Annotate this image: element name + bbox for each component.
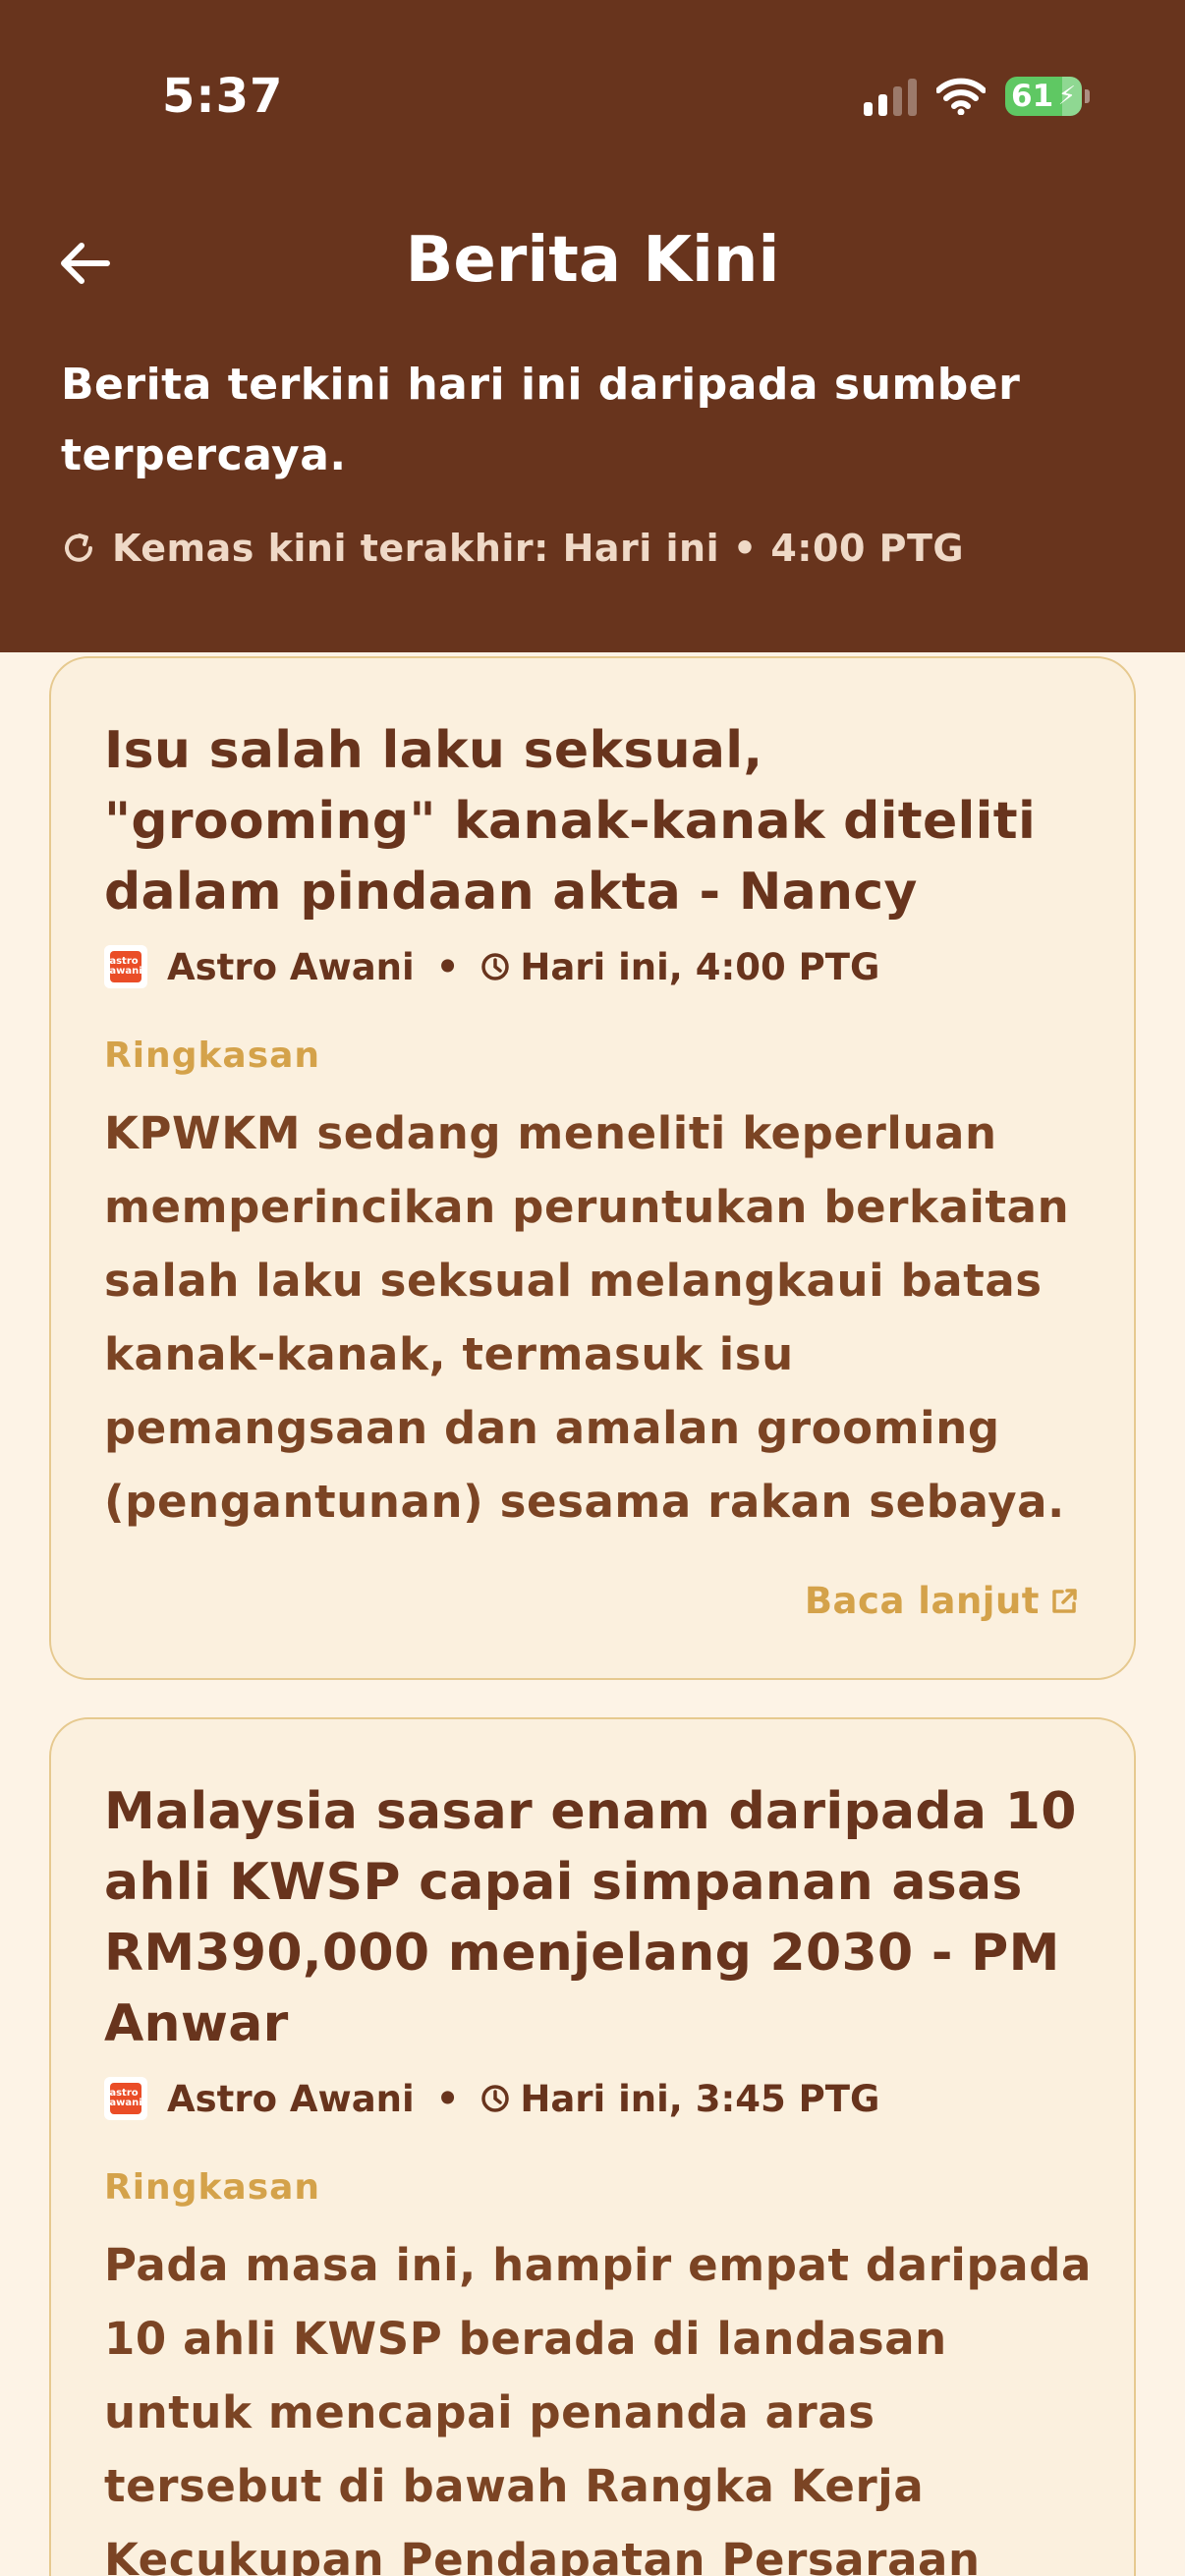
cellular-signal-icon — [864, 77, 917, 116]
meta-separator: • — [435, 945, 460, 988]
battery-level: 61 — [1011, 79, 1054, 114]
news-source: Astro Awani — [167, 945, 415, 988]
header: 5:37 61 ⚡ Berita Kini Berita terkini har… — [0, 0, 1185, 652]
clock-icon — [480, 2084, 510, 2113]
refresh-icon — [65, 533, 92, 562]
charging-bolt-icon: ⚡ — [1057, 82, 1076, 111]
source-logo: astro awani — [104, 2077, 147, 2120]
wifi-icon — [936, 78, 986, 115]
external-link-icon — [1052, 1588, 1077, 1613]
news-summary: Pada masa ini, hampir empat daripada 10 … — [104, 2239, 1093, 2576]
status-icons: 61 ⚡ — [864, 75, 1090, 118]
read-more-link[interactable]: Baca lanjut — [805, 1580, 1079, 1622]
news-title[interactable]: Isu salah laku seksual, "grooming" kanak… — [104, 715, 1097, 927]
news-time: Hari ini, 3:45 PTG — [520, 2077, 880, 2120]
summary-label: Ringkasan — [104, 1036, 321, 1076]
news-card[interactable]: Malaysia sasar enam daripada 10 ahli KWS… — [49, 1717, 1136, 2576]
news-summary: KPWKM sedang meneliti keperluan memperin… — [104, 1107, 1070, 1528]
battery-icon: 61 ⚡ — [1005, 77, 1090, 116]
last-updated: Kemas kini terakhir: Hari ini • 4:00 PTG — [61, 527, 964, 570]
meta-separator: • — [435, 2077, 460, 2120]
news-meta: astro awani Astro Awani • Hari ini, 4:00… — [104, 943, 879, 990]
clock-icon — [480, 952, 510, 981]
news-source: Astro Awani — [167, 2077, 415, 2120]
read-more-label: Baca lanjut — [804, 1580, 1040, 1622]
source-logo: astro awani — [104, 945, 147, 988]
news-card[interactable]: Isu salah laku seksual, "grooming" kanak… — [49, 656, 1136, 1680]
status-time: 5:37 — [162, 69, 284, 124]
page-title: Berita Kini — [405, 224, 780, 297]
news-time: Hari ini, 4:00 PTG — [520, 945, 880, 988]
news-meta: astro awani Astro Awani • Hari ini, 3:45… — [104, 2075, 879, 2122]
news-title[interactable]: Malaysia sasar enam daripada 10 ahli KWS… — [104, 1776, 1097, 2059]
news-screen: 5:37 61 ⚡ Berita Kini Berita terkini har… — [0, 0, 1185, 2576]
summary-label: Ringkasan — [104, 2167, 321, 2208]
page-subtitle: Berita terkini hari ini daripada sumber … — [61, 360, 1021, 480]
last-updated-text: Kemas kini terakhir: Hari ini • 4:00 PTG — [112, 527, 965, 570]
